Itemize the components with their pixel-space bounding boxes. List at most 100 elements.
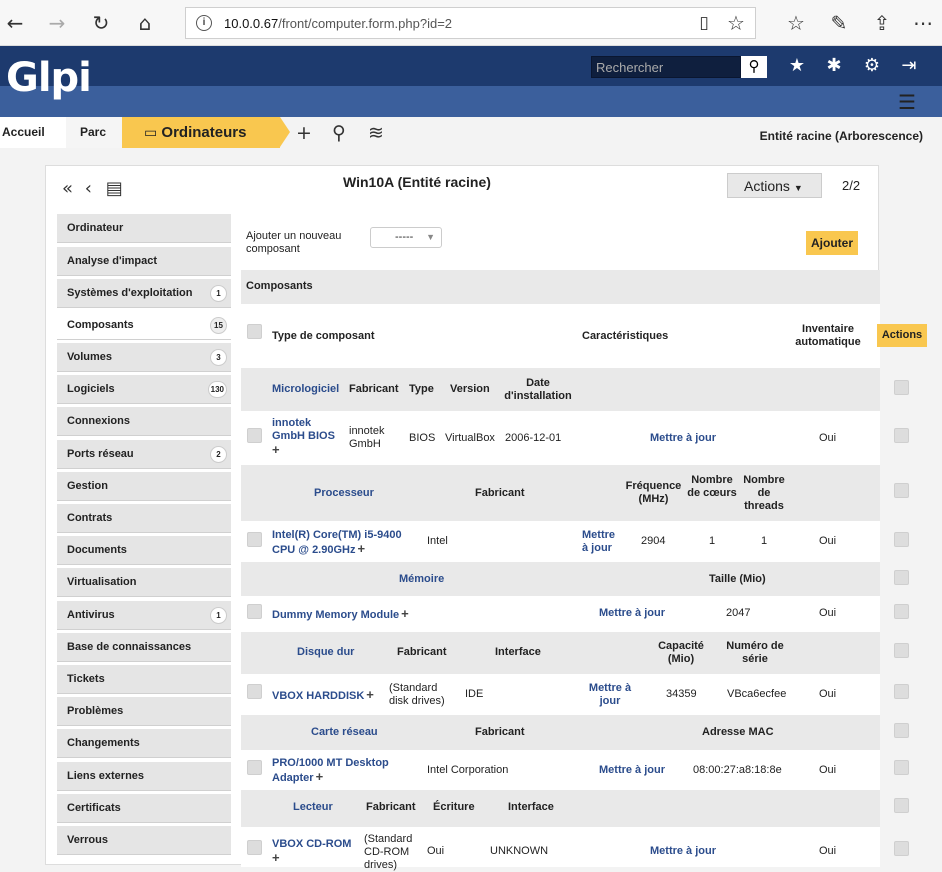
group-checkbox[interactable]: [894, 483, 909, 498]
forward-icon[interactable]: →: [44, 10, 70, 36]
favorite-star-icon[interactable]: ☆: [723, 10, 749, 36]
add-button[interactable]: Ajouter: [806, 231, 858, 255]
tab-ports-r-seau[interactable]: Ports réseau 2: [57, 440, 231, 469]
previous-item-icon[interactable]: ‹: [85, 178, 92, 199]
tab-volumes[interactable]: Volumes 3: [57, 343, 231, 372]
site-info-icon[interactable]: i: [196, 15, 212, 31]
group-checkbox[interactable]: [894, 380, 909, 395]
search-input[interactable]: Rechercher: [591, 56, 741, 78]
menu-icon[interactable]: ☰: [898, 90, 916, 115]
tab-antivirus[interactable]: Antivirus 1: [57, 601, 231, 630]
tab-probl-mes[interactable]: Problèmes: [57, 697, 231, 726]
more-icon[interactable]: ⋯: [910, 10, 936, 36]
layers-icon[interactable]: ≋: [368, 122, 384, 144]
firmware-name-link[interactable]: innotek GmbH BIOS +: [272, 417, 344, 458]
row-action-checkbox[interactable]: [894, 684, 909, 699]
row-checkbox[interactable]: [247, 760, 262, 775]
tab-analyse-d-impact[interactable]: Analyse d'impact: [57, 247, 231, 276]
update-link[interactable]: Mettre à jour: [586, 682, 634, 708]
tab-verrous[interactable]: Verrous: [57, 826, 231, 855]
plus-icon[interactable]: +: [357, 541, 365, 556]
breadcrumb-parc[interactable]: Parc: [66, 117, 122, 148]
actions-column-button[interactable]: Actions: [877, 324, 927, 347]
row-action-checkbox[interactable]: [894, 760, 909, 775]
row-checkbox[interactable]: [247, 532, 262, 547]
tab-label: Systèmes d'exploitation: [67, 287, 193, 299]
tab-connexions[interactable]: Connexions: [57, 407, 231, 436]
row-action-checkbox[interactable]: [894, 841, 909, 856]
row-checkbox[interactable]: [247, 428, 262, 443]
drive-type-link[interactable]: Lecteur: [293, 801, 333, 814]
update-link[interactable]: Mettre à jour: [650, 432, 716, 445]
list-view-icon[interactable]: ▤: [106, 178, 123, 199]
firmware-type-link[interactable]: Micrologiciel: [272, 383, 339, 396]
actions-button[interactable]: Actions ▼: [727, 173, 822, 198]
cpu-name-link[interactable]: Intel(R) Core(TM) i5-9400 CPU @ 2.90GHz +: [272, 529, 412, 557]
plus-icon[interactable]: +: [366, 687, 374, 702]
group-checkbox[interactable]: [894, 798, 909, 813]
search-list-icon[interactable]: ⚲: [332, 122, 346, 144]
tab-ordinateur[interactable]: Ordinateur: [57, 214, 231, 243]
favorites-list-icon[interactable]: ☆: [783, 10, 809, 36]
plus-icon[interactable]: +: [401, 606, 409, 621]
bug-icon[interactable]: ✱: [822, 55, 846, 76]
tab-documents[interactable]: Documents: [57, 536, 231, 565]
tab-logiciels[interactable]: Logiciels 130: [57, 375, 231, 404]
tab-contrats[interactable]: Contrats: [57, 504, 231, 533]
section-header: Composants: [241, 270, 880, 304]
firmware-fabricant: innotek GmbH: [349, 425, 385, 450]
first-item-icon[interactable]: «: [62, 178, 73, 199]
row-checkbox[interactable]: [247, 684, 262, 699]
search-icon[interactable]: ⚲: [741, 56, 767, 78]
tab-virtualisation[interactable]: Virtualisation: [57, 568, 231, 597]
select-all-checkbox[interactable]: [247, 324, 262, 339]
plus-icon[interactable]: +: [272, 442, 280, 457]
nic-name-link[interactable]: PRO/1000 MT Desktop Adapter +: [272, 757, 402, 785]
tab-certificats[interactable]: Certificats: [57, 794, 231, 823]
disk-type-link[interactable]: Disque dur: [297, 646, 354, 659]
pen-icon[interactable]: ✎: [826, 10, 852, 36]
row-checkbox[interactable]: [247, 604, 262, 619]
cpu-type-link[interactable]: Processeur: [314, 487, 374, 500]
group-checkbox[interactable]: [894, 570, 909, 585]
memory-type-link[interactable]: Mémoire: [399, 573, 444, 586]
gear-icon[interactable]: ⚙: [860, 55, 884, 76]
add-component-label: Ajouter un nouveau composant: [246, 230, 342, 255]
tab-liens-externes[interactable]: Liens externes: [57, 762, 231, 791]
update-link[interactable]: Mettre à jour: [599, 764, 665, 777]
update-link[interactable]: Mettre à jour: [650, 845, 716, 858]
back-icon[interactable]: ←: [2, 10, 28, 36]
tab-syst-mes-d-exploitation[interactable]: Systèmes d'exploitation 1: [57, 279, 231, 308]
row-checkbox[interactable]: [247, 840, 262, 855]
group-checkbox[interactable]: [894, 643, 909, 658]
nic-type-link[interactable]: Carte réseau: [311, 726, 378, 739]
share-icon[interactable]: ⇪: [869, 10, 895, 36]
breadcrumb-home[interactable]: Accueil: [0, 117, 66, 148]
reading-view-icon[interactable]: ▯: [691, 10, 717, 36]
disk-name-link[interactable]: VBOX HARDDISK +: [272, 688, 374, 703]
group-checkbox[interactable]: [894, 723, 909, 738]
tab-composants[interactable]: Composants 15: [57, 311, 231, 340]
memory-name-link[interactable]: Dummy Memory Module +: [272, 607, 409, 622]
update-link[interactable]: Mettre à jour: [582, 529, 622, 555]
breadcrumb-current[interactable]: ▭ Ordinateurs: [122, 117, 280, 148]
glpi-logo[interactable]: Glpi: [6, 55, 92, 101]
home-icon[interactable]: ⌂: [132, 10, 158, 36]
row-action-checkbox[interactable]: [894, 532, 909, 547]
tab-changements[interactable]: Changements: [57, 729, 231, 758]
row-action-checkbox[interactable]: [894, 428, 909, 443]
update-link[interactable]: Mettre à jour: [599, 607, 665, 620]
tab-gestion[interactable]: Gestion: [57, 472, 231, 501]
logout-icon[interactable]: ⇥: [897, 55, 921, 76]
plus-icon[interactable]: +: [272, 850, 280, 865]
add-icon[interactable]: +: [296, 122, 312, 144]
address-bar[interactable]: i 10.0.0.67/front/computer.form.php?id=2…: [185, 7, 756, 39]
refresh-icon[interactable]: ↻: [88, 10, 114, 36]
star-icon[interactable]: ★: [785, 55, 809, 76]
plus-icon[interactable]: +: [316, 769, 324, 784]
component-type-dropdown[interactable]: ----- ▼: [370, 227, 442, 248]
tab-tickets[interactable]: Tickets: [57, 665, 231, 694]
entity-selector[interactable]: Entité racine (Arborescence): [760, 129, 923, 143]
tab-base-de-connaissances[interactable]: Base de connaissances: [57, 633, 231, 662]
row-action-checkbox[interactable]: [894, 604, 909, 619]
